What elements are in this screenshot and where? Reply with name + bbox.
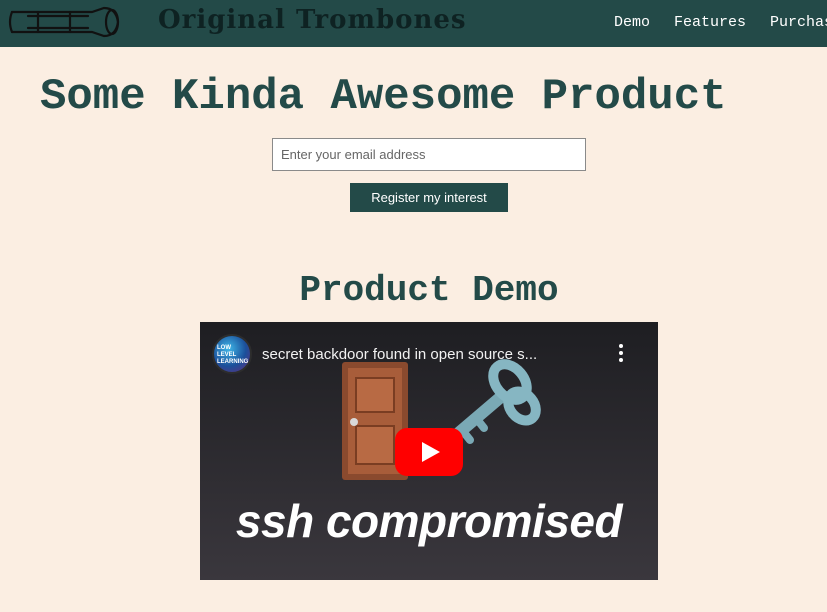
more-options-icon[interactable] [614, 344, 628, 366]
channel-avatar[interactable]: LOW LEVEL LEARNING [212, 334, 252, 374]
nav-link-purchase[interactable]: Purchase [770, 14, 827, 31]
video-player[interactable]: LOW LEVEL LEARNING secret backdoor found… [200, 322, 658, 580]
nav-link-features[interactable]: Features [674, 14, 746, 31]
site-header: Original Trombones Demo Features Purchas… [0, 0, 827, 47]
video-title[interactable]: secret backdoor found in open source s..… [262, 346, 537, 363]
email-field[interactable] [272, 138, 586, 171]
hero-title: Some Kinda Awesome Product [40, 72, 727, 122]
channel-label: LOW LEVEL LEARNING [217, 345, 249, 365]
brand-name: Original Trombones [158, 5, 467, 35]
play-button-icon[interactable] [395, 428, 463, 476]
main-nav: Demo Features Purchase [614, 14, 827, 31]
nav-link-demo[interactable]: Demo [614, 14, 650, 31]
register-interest-button[interactable]: Register my interest [350, 183, 508, 212]
video-caption: ssh compromised [235, 495, 623, 547]
trombone-logo-icon[interactable] [8, 4, 130, 40]
product-demo-title: Product Demo [299, 270, 559, 311]
